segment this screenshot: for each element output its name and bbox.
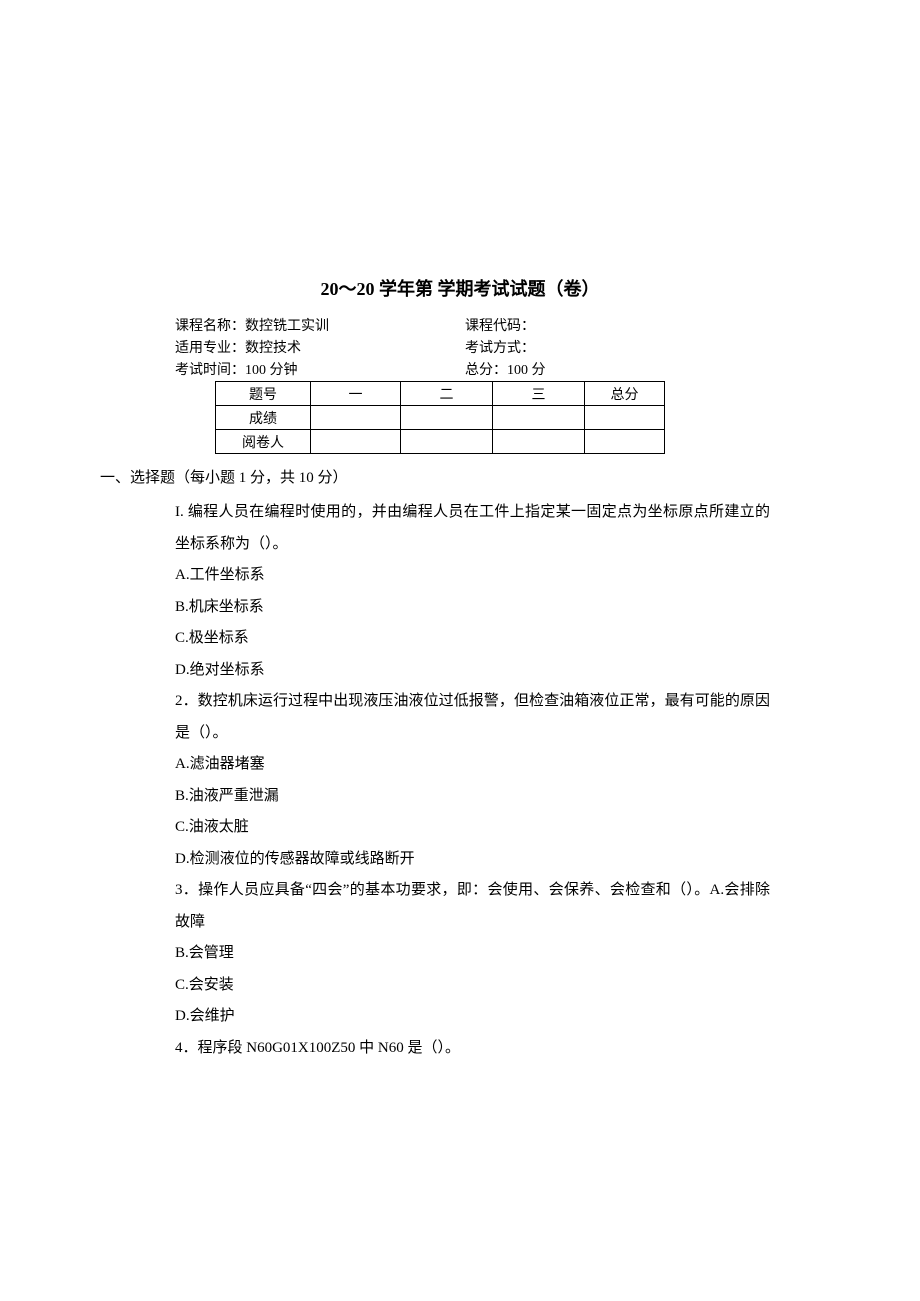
meta-row: 适用专业：数控技术 考试方式： [175,337,800,357]
table-cell: 一 [311,382,401,406]
table-row: 题号 一 二 三 总分 [216,382,665,406]
meta-info: 课程名称：数控铣工实训 课程代码： 适用专业：数控技术 考试方式： 考试时间：1… [175,315,800,379]
total-score-label: 总分：100 分 [465,359,800,379]
table-cell [585,406,665,430]
major-label: 适用专业： [175,341,245,356]
question-text: I. 编程人员在编程时使用的，并由编程人员在工件上指定某一固定点为坐标原点所建立… [175,497,770,560]
table-cell [311,430,401,454]
table-cell [493,406,585,430]
q3-text: ．操作人员应具备“四会”的基本功要求，即：会使用、会保养、会检查和（）。A.会排… [175,882,770,930]
q2-option-d: D.检测液位的传感器故障或线路断开 [175,844,770,876]
q1-option-c: C.极坐标系 [175,623,770,655]
major-value: 数控技术 [245,341,301,356]
question-text: 4．程序段 N60G01X100Z50 中 N60 是（）。 [175,1033,770,1065]
course-code-label: 课程代码： [465,315,800,335]
q1-text: 编程人员在编程时使用的，并由编程人员在工件上指定某一固定点为坐标原点所建立的坐标… [175,504,770,552]
table-cell [493,430,585,454]
table-cell [401,430,493,454]
table-cell: 三 [493,382,585,406]
q4-num: 4 [175,1040,183,1056]
q4-text: ．程序段 N60G01X100Z50 中 N60 是（）。 [183,1040,461,1056]
course-name-value: 数控铣工实训 [245,319,329,334]
course-name-label: 课程名称： [175,319,245,334]
q3-num: 3 [175,882,183,898]
q3-option-b: B.会管理 [175,938,770,970]
score-table: 题号 一 二 三 总分 成绩 阅卷人 [215,381,665,454]
table-row: 成绩 [216,406,665,430]
table-cell: 成绩 [216,406,311,430]
q2-option-c: C.油液太脏 [175,812,770,844]
q3-option-d: D.会维护 [175,1001,770,1033]
table-cell [401,406,493,430]
table-cell: 总分 [585,382,665,406]
q2-option-b: B.油液严重泄漏 [175,781,770,813]
q1-option-b: B.机床坐标系 [175,592,770,624]
table-cell [585,430,665,454]
exam-document: 20～20 学年第 学期考试试题（卷） 课程名称：数控铣工实训 课程代码： 适用… [0,275,920,1064]
q2-option-a: A.滤油器堵塞 [175,749,770,781]
meta-left: 考试时间：100 分钟 [175,359,465,379]
question-text: 2．数控机床运行过程中出现液压油液位过低报警，但检查油箱液位正常，最有可能的原因… [175,686,770,749]
exam-mode-label: 考试方式： [465,337,800,357]
q1-option-d: D.绝对坐标系 [175,655,770,687]
q1-option-a: A.工件坐标系 [175,560,770,592]
q3-option-c: C.会安装 [175,970,770,1002]
meta-left: 课程名称：数控铣工实训 [175,315,465,335]
meta-row: 考试时间：100 分钟 总分：100 分 [175,359,800,379]
table-cell: 题号 [216,382,311,406]
table-cell: 二 [401,382,493,406]
q1-num: I. [175,504,184,520]
questions-container: I. 编程人员在编程时使用的，并由编程人员在工件上指定某一固定点为坐标原点所建立… [175,497,770,1064]
table-cell [311,406,401,430]
meta-left: 适用专业：数控技术 [175,337,465,357]
exam-time-label: 考试时间： [175,363,245,378]
q2-num: 2 [175,693,183,709]
page-title: 20～20 学年第 学期考试试题（卷） [0,275,920,301]
table-cell: 阅卷人 [216,430,311,454]
exam-time-value: 100 分钟 [245,363,298,378]
question-text: 3．操作人员应具备“四会”的基本功要求，即：会使用、会保养、会检查和（）。A.会… [175,875,770,938]
meta-row: 课程名称：数控铣工实训 课程代码： [175,315,800,335]
table-row: 阅卷人 [216,430,665,454]
section-title: 一、选择题（每小题 1 分，共 10 分） [100,466,920,487]
q2-text: ．数控机床运行过程中出现液压油液位过低报警，但检查油箱液位正常，最有可能的原因是… [175,693,770,741]
